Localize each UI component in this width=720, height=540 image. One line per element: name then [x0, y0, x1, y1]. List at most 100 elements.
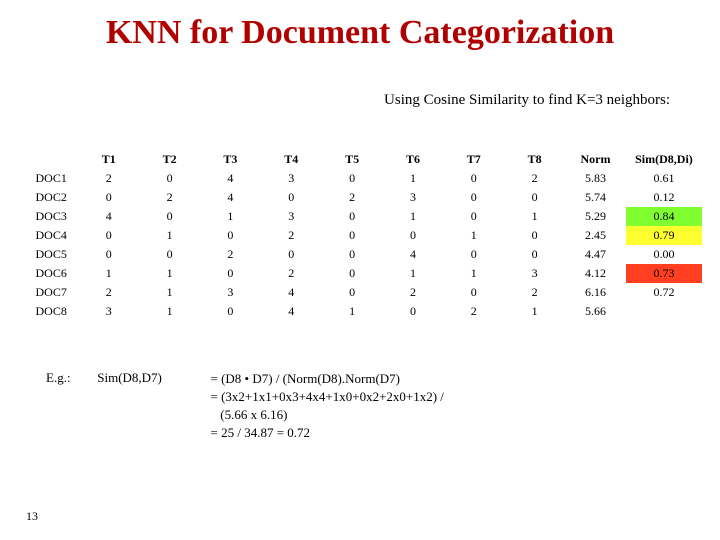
- norm-cell: 2.45: [565, 226, 626, 245]
- cell: 1: [383, 169, 444, 188]
- col-header: T8: [504, 150, 565, 169]
- cell: 1: [504, 207, 565, 226]
- cell: 2: [504, 169, 565, 188]
- cell: 1: [443, 226, 504, 245]
- cell: 0: [261, 245, 322, 264]
- example-line: = (D8 • D7) / (Norm(D8).Norm(D7): [211, 370, 444, 388]
- page-number: 13: [26, 509, 38, 524]
- cell: 2: [322, 188, 383, 207]
- cell: 3: [504, 264, 565, 283]
- table-row: DOC2024023005.740.12: [24, 188, 702, 207]
- cell: 0: [78, 245, 139, 264]
- cell: 4: [78, 207, 139, 226]
- cell: 0: [443, 245, 504, 264]
- example-label: E.g.:: [46, 370, 94, 386]
- col-header: T3: [200, 150, 261, 169]
- cell: 1: [504, 302, 565, 321]
- cell: 2: [504, 283, 565, 302]
- cell: 3: [261, 169, 322, 188]
- cell: 3: [383, 188, 444, 207]
- cell: 0: [322, 207, 383, 226]
- row-label: DOC2: [24, 188, 78, 207]
- cell: 4: [200, 169, 261, 188]
- cell: 4: [200, 188, 261, 207]
- cell: 1: [139, 226, 200, 245]
- example-line: = 25 / 34.87 = 0.72: [211, 424, 444, 442]
- cell: 2: [383, 283, 444, 302]
- col-header: Sim(D8,Di): [626, 150, 702, 169]
- cell: 0: [443, 283, 504, 302]
- cell: 1: [200, 207, 261, 226]
- cell: 1: [383, 207, 444, 226]
- cell: 0: [322, 169, 383, 188]
- cell: 1: [139, 283, 200, 302]
- cell: 0: [139, 169, 200, 188]
- slide-title: KNN for Document Categorization: [0, 14, 720, 52]
- col-header: T4: [261, 150, 322, 169]
- cell: 4: [261, 283, 322, 302]
- norm-cell: 4.12: [565, 264, 626, 283]
- cell: 0: [200, 302, 261, 321]
- row-label: DOC5: [24, 245, 78, 264]
- table-row: DOC5002004004.470.00: [24, 245, 702, 264]
- sim-cell: 0.79: [626, 226, 702, 245]
- cell: 0: [504, 226, 565, 245]
- cell: 0: [261, 188, 322, 207]
- cell: 0: [200, 226, 261, 245]
- cell: 2: [200, 245, 261, 264]
- sim-cell: 0.00: [626, 245, 702, 264]
- example-lines: = (D8 • D7) / (Norm(D8).Norm(D7) = (3x2+…: [211, 370, 444, 442]
- sim-cell: 0.12: [626, 188, 702, 207]
- row-label: DOC8: [24, 302, 78, 321]
- col-header: T2: [139, 150, 200, 169]
- table-row: DOC1204301025.830.61: [24, 169, 702, 188]
- col-header: T7: [443, 150, 504, 169]
- cell: 0: [504, 188, 565, 207]
- norm-cell: 5.66: [565, 302, 626, 321]
- cell: 0: [78, 188, 139, 207]
- cell: 0: [443, 207, 504, 226]
- cell: 4: [383, 245, 444, 264]
- row-label: DOC4: [24, 226, 78, 245]
- table-row: DOC7213402026.160.72: [24, 283, 702, 302]
- cell: 1: [139, 264, 200, 283]
- cell: 0: [443, 188, 504, 207]
- table-row: DOC8310410215.66: [24, 302, 702, 321]
- cell: 2: [78, 169, 139, 188]
- cell: 1: [139, 302, 200, 321]
- data-table: T1 T2 T3 T4 T5 T6 T7 T8 Norm Sim(D8,Di) …: [24, 150, 702, 321]
- cell: 0: [200, 264, 261, 283]
- data-table-wrap: T1 T2 T3 T4 T5 T6 T7 T8 Norm Sim(D8,Di) …: [24, 150, 702, 321]
- row-label: DOC3: [24, 207, 78, 226]
- cell: 3: [261, 207, 322, 226]
- row-label: DOC7: [24, 283, 78, 302]
- norm-cell: 5.74: [565, 188, 626, 207]
- cell: 1: [322, 302, 383, 321]
- header-row: T1 T2 T3 T4 T5 T6 T7 T8 Norm Sim(D8,Di): [24, 150, 702, 169]
- norm-cell: 5.29: [565, 207, 626, 226]
- cell: 0: [139, 207, 200, 226]
- cell: 0: [322, 226, 383, 245]
- row-label: DOC1: [24, 169, 78, 188]
- cell: 2: [261, 226, 322, 245]
- cell: 1: [383, 264, 444, 283]
- col-header: Norm: [565, 150, 626, 169]
- cell: 0: [383, 226, 444, 245]
- cell: 0: [322, 264, 383, 283]
- cell: 1: [78, 264, 139, 283]
- table-row: DOC4010200102.450.79: [24, 226, 702, 245]
- table-row: DOC6110201134.120.73: [24, 264, 702, 283]
- cell: 3: [200, 283, 261, 302]
- example-line: = (3x2+1x1+0x3+4x4+1x0+0x2+2x0+1x2) /: [211, 388, 444, 406]
- col-header: T5: [322, 150, 383, 169]
- cell: 0: [443, 169, 504, 188]
- table-row: DOC3401301015.290.84: [24, 207, 702, 226]
- cell: 2: [261, 264, 322, 283]
- cell: 0: [322, 283, 383, 302]
- cell: 0: [383, 302, 444, 321]
- cell: 2: [139, 188, 200, 207]
- norm-cell: 4.47: [565, 245, 626, 264]
- norm-cell: 5.83: [565, 169, 626, 188]
- col-header: T6: [383, 150, 444, 169]
- row-label: DOC6: [24, 264, 78, 283]
